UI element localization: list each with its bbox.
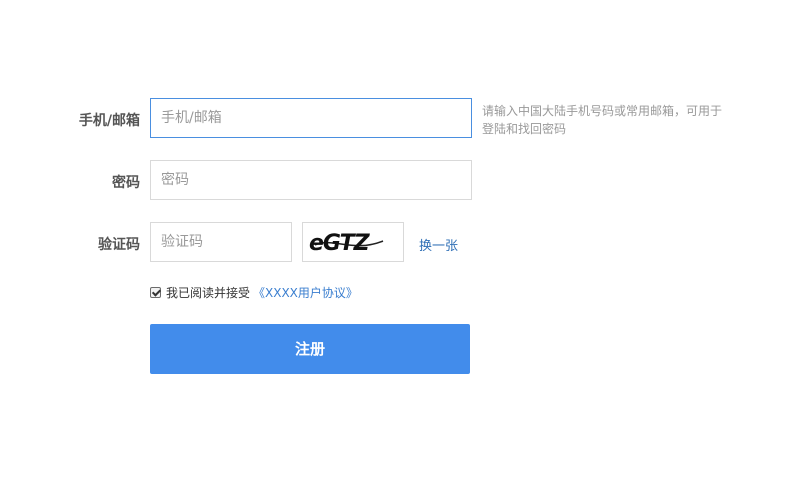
register-page: 手机/邮箱 手机/邮箱 请输入中国大陆手机号码或常用邮箱，可用于登陆和找回密码 … [0, 0, 805, 487]
captcha-label: 验证码 [98, 237, 140, 253]
password-label: 密码 [112, 175, 140, 191]
captcha-refresh-link[interactable]: 换一张 [419, 235, 458, 254]
account-label: 手机/邮箱 [78, 113, 140, 129]
password-input[interactable]: 密码 [150, 160, 472, 200]
agreement-text: 我已阅读并接受 [166, 286, 251, 300]
captcha-input[interactable]: 验证码 [150, 222, 292, 262]
account-placeholder: 手机/邮箱 [161, 110, 222, 126]
account-hint: 请输入中国大陆手机号码或常用邮箱，可用于登陆和找回密码 [482, 104, 723, 136]
agreement-checkbox[interactable] [150, 287, 161, 298]
agreement-link[interactable]: 《XXXX用户协议》 [253, 284, 358, 301]
agreement-row: 我已阅读并接受 《XXXX用户协议》 [150, 284, 358, 301]
captcha-image-text: eGTZ [309, 231, 371, 256]
captcha-image[interactable]: eGTZ [302, 222, 404, 262]
register-button[interactable]: 注册 [150, 324, 470, 374]
account-input[interactable]: 手机/邮箱 [150, 98, 472, 138]
password-placeholder: 密码 [161, 172, 189, 188]
captcha-placeholder: 验证码 [161, 234, 203, 250]
